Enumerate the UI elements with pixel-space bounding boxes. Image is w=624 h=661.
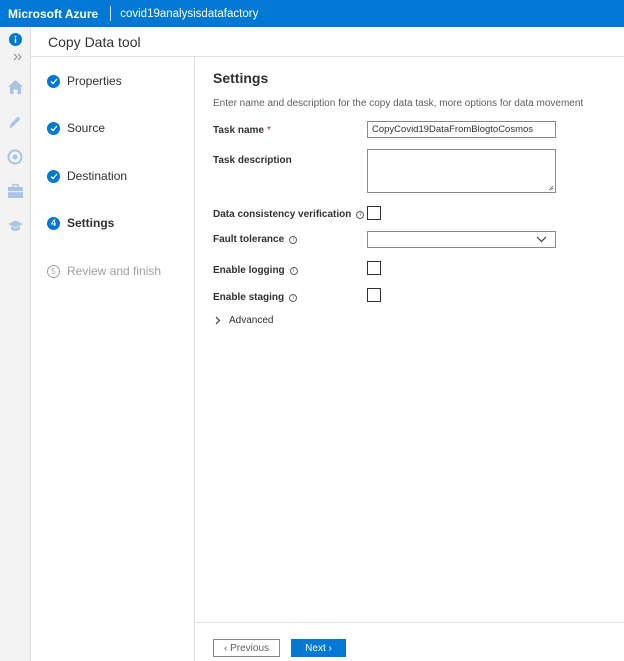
step-properties[interactable]: Properties — [47, 74, 122, 88]
learn-icon[interactable] — [6, 217, 24, 235]
page-title: Copy Data tool — [48, 33, 141, 50]
advanced-label: Advanced — [229, 315, 274, 326]
info-icon[interactable]: i — [289, 293, 298, 302]
fault-tolerance-dropdown[interactable] — [367, 231, 556, 248]
wizard-steps: Properties Source Destination 4 Settings… — [31, 57, 195, 661]
left-nav-rail — [0, 27, 31, 661]
info-icon[interactable]: i — [289, 266, 298, 275]
settings-panel: Settings Enter name and description for … — [196, 57, 624, 661]
chevron-down-icon — [536, 236, 547, 243]
info-icon[interactable]: i — [289, 235, 298, 244]
step-review-and-finish[interactable]: 5 Review and finish — [47, 264, 161, 278]
section-description: Enter name and description for the copy … — [213, 98, 584, 109]
expand-collapse-icon[interactable] — [12, 51, 24, 63]
fault-tolerance-label: Fault tolerance i — [213, 234, 298, 245]
checkmark-icon — [47, 169, 60, 183]
resize-grip-icon[interactable] — [548, 185, 554, 191]
required-mark: * — [266, 125, 271, 136]
chevron-right-icon: › — [325, 642, 332, 654]
azure-brand[interactable]: Microsoft Azure — [0, 7, 98, 21]
data-consistency-checkbox[interactable] — [367, 206, 381, 220]
task-name-label: Task name * — [213, 125, 271, 136]
next-button[interactable]: Next › — [291, 639, 346, 657]
copy-data-tool-header: Copy Data tool — [31, 27, 624, 57]
step-label: Destination — [67, 169, 128, 183]
step-label: Review and finish — [67, 264, 162, 278]
toolbox-icon[interactable] — [6, 182, 24, 200]
step-number-badge: 4 — [47, 216, 60, 230]
task-description-label: Task description — [213, 155, 292, 166]
step-source[interactable]: Source — [47, 121, 105, 135]
step-number-badge: 5 — [47, 264, 60, 278]
next-button-label: Next — [305, 642, 326, 654]
enable-logging-label-text: Enable logging — [213, 265, 285, 276]
data-consistency-label: Data consistency verification i — [213, 209, 365, 220]
task-description-textarea[interactable] — [367, 149, 556, 193]
step-label: Properties — [67, 74, 122, 88]
monitor-icon[interactable] — [6, 148, 24, 166]
checkmark-icon — [47, 121, 60, 135]
step-label: Settings — [67, 216, 115, 230]
enable-staging-checkbox[interactable] — [367, 288, 381, 302]
task-name-label-text: Task name — [213, 125, 264, 136]
enable-staging-label-text: Enable staging — [213, 292, 285, 303]
section-title: Settings — [213, 70, 269, 86]
advanced-toggle[interactable]: Advanced — [215, 315, 273, 326]
factory-name[interactable]: covid19analysisdatafactory — [120, 8, 258, 20]
home-icon[interactable] — [6, 78, 24, 96]
data-consistency-label-text: Data consistency verification — [213, 209, 352, 220]
info-icon[interactable] — [6, 30, 24, 48]
enable-logging-label: Enable logging i — [213, 265, 298, 276]
step-settings[interactable]: 4 Settings — [47, 216, 114, 230]
pencil-icon[interactable] — [6, 113, 24, 131]
step-destination[interactable]: Destination — [47, 169, 127, 183]
checkmark-icon — [47, 74, 60, 88]
task-name-input[interactable]: CopyCovid19DataFromBlogtoCosmos — [367, 121, 556, 138]
fault-tolerance-label-text: Fault tolerance — [213, 234, 285, 245]
wizard-footer: ‹ Previous Next › — [196, 622, 624, 661]
enable-staging-label: Enable staging i — [213, 292, 298, 303]
azure-topbar: Microsoft Azure covid19analysisdatafacto… — [0, 0, 624, 27]
chevron-right-icon — [215, 316, 221, 325]
step-label: Source — [67, 121, 106, 135]
previous-button-label: Previous — [230, 642, 269, 654]
topbar-separator — [110, 6, 112, 21]
enable-logging-checkbox[interactable] — [367, 261, 381, 275]
previous-button[interactable]: ‹ Previous — [213, 639, 280, 657]
info-icon[interactable]: i — [356, 210, 365, 219]
